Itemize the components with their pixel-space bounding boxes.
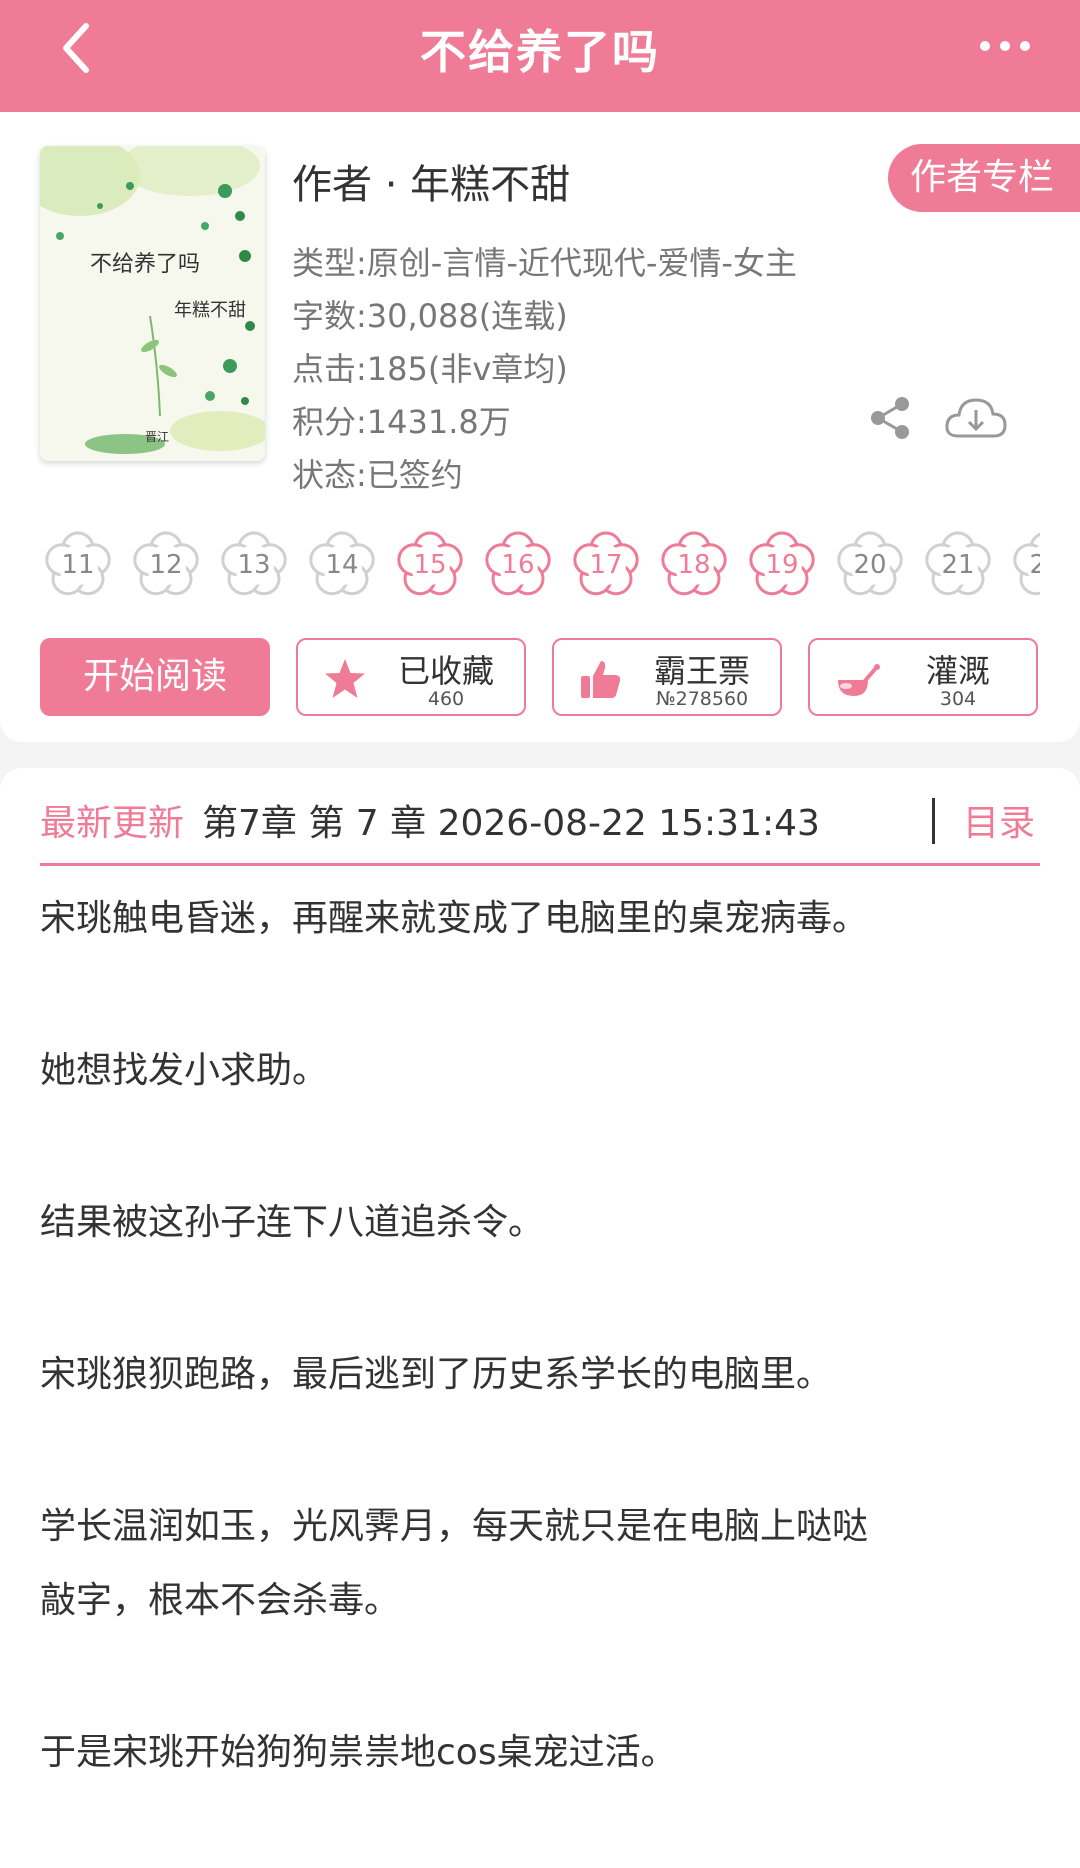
divider-line bbox=[40, 863, 1040, 866]
top-bar: 不给养了吗 bbox=[0, 0, 1080, 112]
svg-text:晋江: 晋江 bbox=[145, 430, 169, 444]
synopsis-card: 最新更新 第7章 第 7 章 2026-08-22 15:31:43 目录 宋珧… bbox=[0, 768, 1080, 1868]
flower-number: 17 bbox=[589, 550, 623, 580]
meta-score: 积分:1431.8万 bbox=[292, 403, 511, 441]
rating-flower[interactable]: 21 bbox=[920, 527, 996, 603]
cover-title: 不给养了吗 bbox=[90, 252, 201, 277]
rating-flower[interactable]: 18 bbox=[656, 527, 732, 603]
page-title: 不给养了吗 bbox=[420, 25, 660, 79]
flower-number: 18 bbox=[677, 550, 711, 580]
flower-number: 16 bbox=[501, 550, 535, 580]
water-count: 304 bbox=[939, 688, 977, 710]
latest-update-row[interactable]: 最新更新 第7章 第 7 章 2026-08-22 15:31:43 目录 bbox=[40, 794, 1040, 850]
favorite-count: 460 bbox=[427, 688, 465, 710]
latest-update-text[interactable]: 第7章 第 7 章 2026-08-22 15:31:43 bbox=[202, 794, 820, 846]
water-button[interactable]: 灌溉 304 bbox=[808, 638, 1038, 716]
start-reading-button[interactable]: 开始阅读 bbox=[40, 638, 270, 716]
synopsis-paragraph: 学长温润如玉，光风霁月，每天就只是在电脑上哒哒 bbox=[40, 1506, 869, 1547]
favorite-button[interactable]: 已收藏 460 bbox=[296, 638, 526, 716]
meta-clicks: 点击:185(非v章均) bbox=[292, 350, 568, 388]
water-label: 灌溉 bbox=[925, 652, 990, 690]
meta-word-count: 字数:30,088(连载) bbox=[292, 297, 568, 335]
rating-flower[interactable]: 22 bbox=[1008, 527, 1040, 603]
rating-flower[interactable]: 14 bbox=[304, 527, 380, 603]
synopsis-paragraph: 宋珧狼狈跑路，最后逃到了历史系学长的电脑里。 bbox=[40, 1354, 833, 1395]
rating-flower[interactable]: 16 bbox=[480, 527, 556, 603]
cover-author: 年糕不甜 bbox=[174, 300, 246, 321]
flower-number: 14 bbox=[325, 550, 359, 580]
meta-status: 状态:已签约 bbox=[292, 456, 463, 494]
flower-number: 15 bbox=[413, 550, 447, 580]
rating-flower[interactable]: 11 bbox=[40, 527, 116, 603]
divider bbox=[932, 798, 935, 844]
rating-flower[interactable]: 12 bbox=[128, 527, 204, 603]
synopsis-paragraph: 她想找发小求助。 bbox=[40, 1050, 329, 1091]
rating-flower[interactable]: 20 bbox=[832, 527, 908, 603]
download-icon[interactable] bbox=[944, 392, 1008, 444]
author-column-button[interactable]: 作者专栏 bbox=[888, 144, 1080, 212]
thumbs-up-icon bbox=[581, 661, 621, 698]
book-info-card: 晋江 不给养了吗 年糕不甜 作者 · 年糕不甜 作者专栏 类型:原创-言情-近代… bbox=[0, 112, 1080, 742]
flower-number: 20 bbox=[853, 550, 887, 580]
share-icon[interactable] bbox=[866, 394, 914, 442]
rating-flower[interactable]: 13 bbox=[216, 527, 292, 603]
ticket-label: 霸王票 bbox=[653, 652, 750, 690]
synopsis-paragraph: 于是宋珧开始狗狗祟祟地cos桌宠过活。 bbox=[40, 1732, 677, 1773]
flower-number: 12 bbox=[149, 550, 183, 580]
flower-number: 22 bbox=[1029, 550, 1040, 580]
flower-number: 21 bbox=[941, 550, 975, 580]
table-of-contents-link[interactable]: 目录 bbox=[963, 794, 1035, 846]
flower-number: 19 bbox=[765, 550, 799, 580]
watering-can-icon bbox=[838, 664, 880, 696]
flower-number: 13 bbox=[237, 550, 271, 580]
rating-flowers: 11 12 13 14 15 16 17 18 19 20 21 22 bbox=[40, 527, 1040, 607]
ticket-count: №278560 bbox=[655, 688, 749, 710]
more-icon[interactable] bbox=[970, 28, 1040, 64]
book-cover[interactable]: 晋江 不给养了吗 年糕不甜 bbox=[40, 146, 265, 461]
synopsis-paragraph: 敲字，根本不会杀毒。 bbox=[40, 1580, 401, 1621]
meta-type: 类型:原创-言情-近代现代-爱情-女主 bbox=[292, 244, 797, 282]
star-icon bbox=[325, 659, 365, 698]
author-line[interactable]: 作者 · 年糕不甜 bbox=[292, 152, 570, 210]
synopsis-paragraph: 结果被这孙子连下八道追杀令。 bbox=[40, 1202, 545, 1243]
synopsis-paragraph: 宋珧触电昏迷，再醒来就变成了电脑里的桌宠病毒。 bbox=[40, 898, 869, 939]
flower-number: 11 bbox=[61, 550, 95, 580]
rating-flower[interactable]: 17 bbox=[568, 527, 644, 603]
latest-update-label: 最新更新 bbox=[40, 803, 185, 844]
rating-flower[interactable]: 19 bbox=[744, 527, 820, 603]
ticket-button[interactable]: 霸王票 №278560 bbox=[552, 638, 782, 716]
rating-flower[interactable]: 15 bbox=[392, 527, 468, 603]
favorite-label: 已收藏 bbox=[397, 652, 494, 690]
